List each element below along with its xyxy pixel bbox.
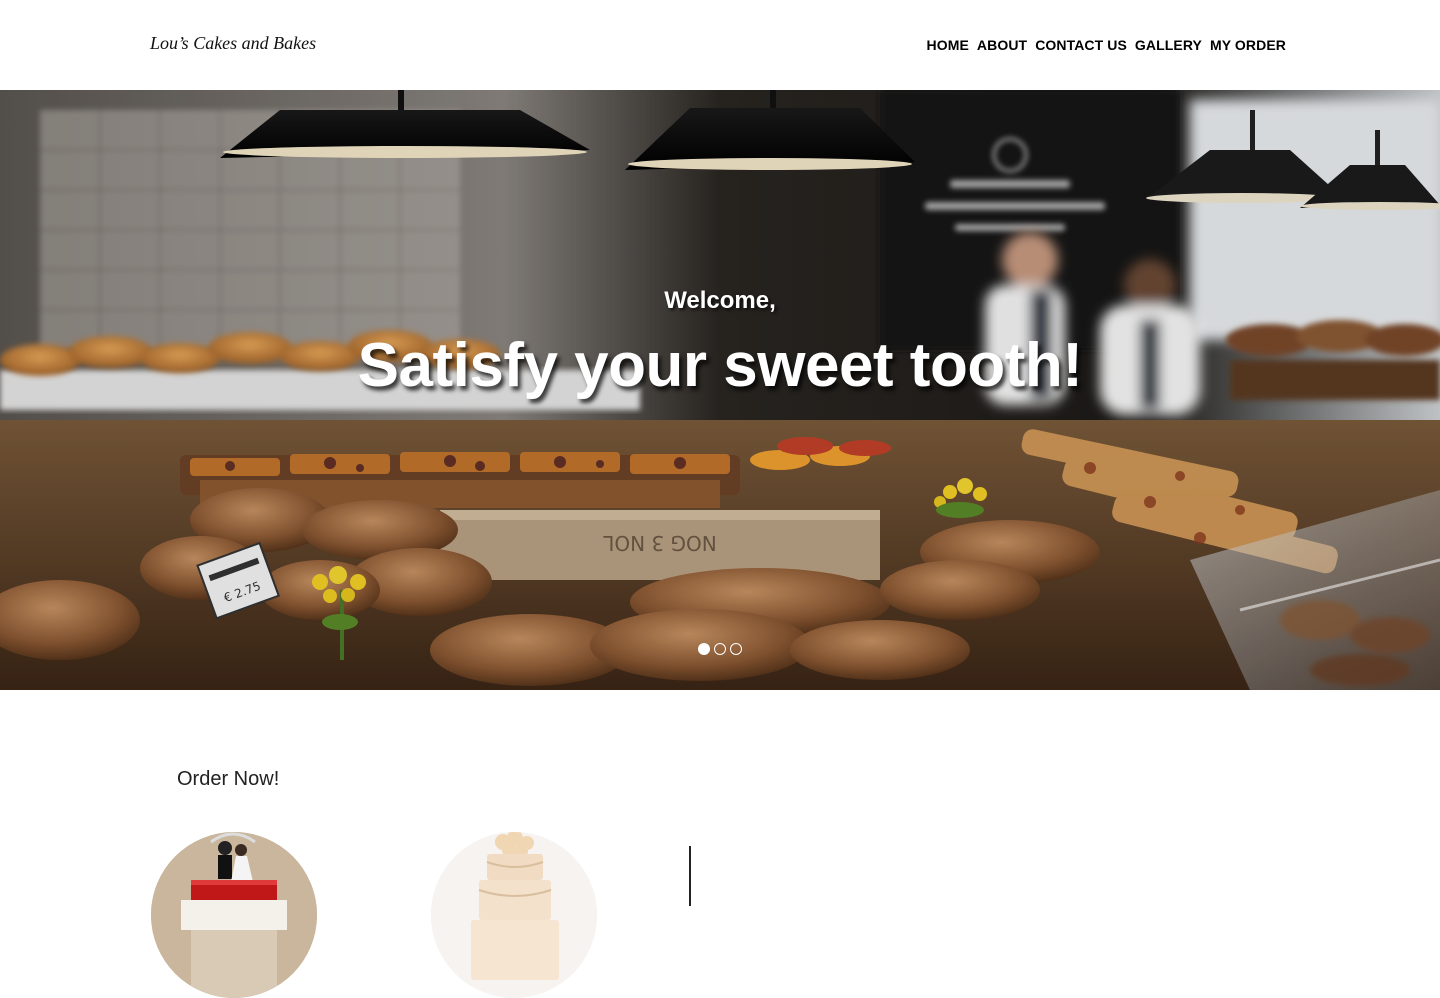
vertical-divider xyxy=(689,846,691,906)
main-nav: HOME ABOUT CONTACT US GALLERY MY ORDER xyxy=(927,37,1287,53)
carousel-indicators xyxy=(0,643,1440,655)
brand-logo[interactable]: Lou’s Cakes and Bakes xyxy=(150,33,316,54)
carousel-dot-3[interactable] xyxy=(730,643,742,655)
hero-carousel[interactable]: NOG 3 NOL xyxy=(0,90,1440,690)
nav-home[interactable]: HOME xyxy=(927,37,969,53)
product-ivory-cake-image[interactable] xyxy=(431,832,597,998)
order-title: Order Now! xyxy=(177,768,280,790)
product-wedding-cake-image[interactable] xyxy=(151,832,317,998)
nav-gallery[interactable]: GALLERY xyxy=(1135,37,1202,53)
hero-welcome: Welcome, xyxy=(664,287,776,314)
carousel-dot-2[interactable] xyxy=(714,643,726,655)
carousel-dot-1[interactable] xyxy=(698,643,710,655)
site-header: Lou’s Cakes and Bakes HOME ABOUT CONTACT… xyxy=(0,0,1440,90)
hero-heading: Satisfy your sweet tooth! xyxy=(357,331,1083,400)
nav-about[interactable]: ABOUT xyxy=(977,37,1027,53)
nav-contact-us[interactable]: CONTACT US xyxy=(1035,37,1127,53)
nav-my-order[interactable]: MY ORDER xyxy=(1210,37,1286,53)
